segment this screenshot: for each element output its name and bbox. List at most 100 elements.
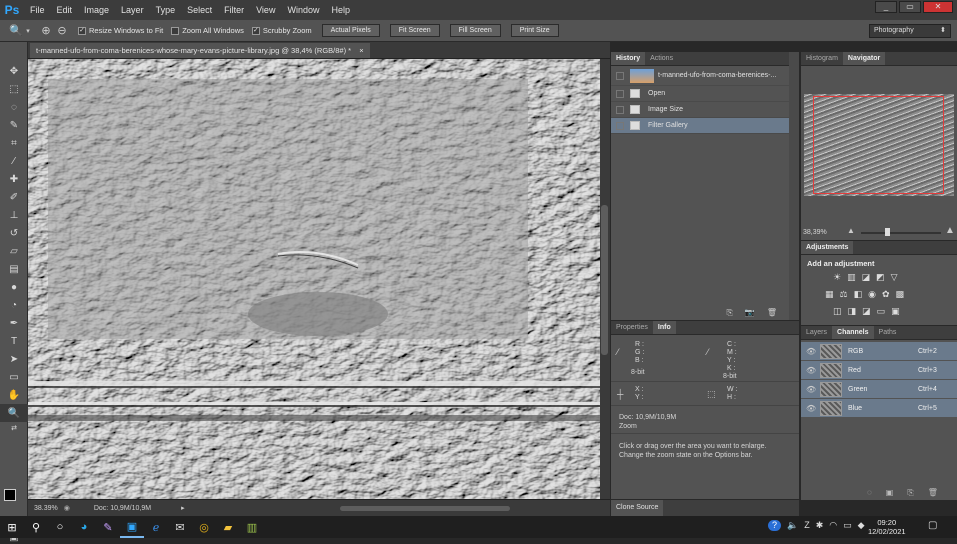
actual-pixels-button[interactable]: Actual Pixels (321, 24, 380, 37)
load-channel-selection-icon[interactable]: ◌ (867, 488, 872, 498)
brush-tool-icon[interactable]: ✐ (0, 188, 28, 206)
rectangle-tool-icon[interactable]: ▭ (0, 368, 28, 386)
fill-screen-button[interactable]: Fill Screen (449, 24, 501, 37)
tab-paths[interactable]: Paths (874, 326, 902, 339)
task-view-icon[interactable]: ○ (48, 516, 72, 538)
history-brush-checkbox[interactable] (616, 105, 624, 114)
menu-view[interactable]: View (250, 0, 281, 20)
tool-preset-dropdown-icon[interactable]: ▾ (24, 23, 32, 39)
blur-tool-icon[interactable]: ● (0, 278, 28, 296)
navigator-view-box[interactable] (813, 96, 944, 194)
tab-actions[interactable]: Actions (645, 52, 678, 65)
menu-image[interactable]: Image (78, 0, 115, 20)
clock-date[interactable]: 12/02/2021 (868, 527, 906, 536)
scrubby-zoom-checkbox[interactable]: ✓ Scrubby Zoom (251, 26, 312, 35)
channel-row-green[interactable]: 👁 Green Ctrl+4 (801, 380, 957, 399)
zoom-in-icon[interactable]: ⊕ (38, 23, 54, 39)
visibility-eye-icon[interactable]: 👁 (806, 347, 816, 356)
pen-app-icon[interactable]: ✎ (96, 516, 120, 538)
zoom-in-mountain-icon[interactable]: ▲ (945, 225, 955, 236)
path-selection-icon[interactable]: ➤ (0, 350, 28, 368)
image-canvas[interactable] (28, 59, 602, 499)
new-document-from-state-icon[interactable]: ⎘ (726, 308, 732, 318)
swap-colors-icon[interactable]: ⇄ (0, 422, 28, 434)
close-tab-icon[interactable]: × (359, 46, 363, 55)
curves-icon[interactable]: ◪ (862, 272, 871, 283)
menu-type[interactable]: Type (150, 0, 182, 20)
clone-stamp-icon[interactable]: ⊥ (0, 206, 28, 224)
clock-time[interactable]: 09:20 (868, 518, 906, 527)
mail-icon[interactable]: ✉ (168, 516, 192, 538)
quick-selection-icon[interactable]: ✎ (0, 116, 28, 134)
notification-icon[interactable]: ▢ (928, 520, 937, 531)
status-share-icon[interactable]: ◉ (64, 504, 70, 512)
dodge-tool-icon[interactable]: ◔ (0, 296, 28, 314)
resize-windows-checkbox[interactable]: ✓ Resize Windows to Fit (78, 26, 163, 35)
tab-histogram[interactable]: Histogram (801, 52, 843, 65)
eraser-icon[interactable]: ▱ (0, 242, 28, 260)
eyedropper-icon[interactable]: ⁄ (0, 152, 28, 170)
marquee-tool-icon[interactable]: ⬚ (0, 80, 28, 98)
tab-history[interactable]: History (611, 52, 646, 65)
tab-info[interactable]: Info (652, 321, 676, 334)
foreground-color-swatch[interactable] (4, 489, 16, 501)
history-scrollbar[interactable] (789, 52, 799, 320)
color-balance-icon[interactable]: ⚖ (840, 289, 848, 300)
levels-icon[interactable]: ▥ (847, 272, 856, 283)
zotero-icon[interactable]: Z (804, 520, 810, 531)
brightness-contrast-icon[interactable]: ☀ (833, 272, 841, 283)
close-button[interactable]: ✕ (923, 1, 953, 13)
zoom-tool-icon[interactable]: 🔍 (0, 404, 28, 422)
selective-color-icon[interactable]: ▣ (891, 306, 900, 317)
navigator-zoom-value[interactable]: 38,39% (803, 229, 827, 236)
chrome-icon[interactable]: ◎ (192, 516, 216, 538)
move-tool-icon[interactable]: ✥ (0, 62, 28, 80)
tab-layers[interactable]: Layers (801, 326, 832, 339)
windows-start-icon[interactable]: ⊞ (0, 516, 24, 538)
invert-icon[interactable]: ◫ (833, 306, 842, 317)
visibility-eye-icon[interactable]: 👁 (806, 385, 816, 394)
new-channel-icon[interactable]: ⎘ (907, 488, 913, 498)
dropbox-icon[interactable]: ◆ (858, 520, 865, 531)
channel-row-rgb[interactable]: 👁 RGB Ctrl+2 (801, 342, 957, 361)
snapshot-camera-icon[interactable]: 📷 (745, 308, 755, 318)
tab-channels[interactable]: Channels (832, 326, 874, 339)
crop-tool-icon[interactable]: ⌗ (0, 134, 28, 152)
menu-file[interactable]: File (24, 0, 51, 20)
pen-tool-icon[interactable]: ✒ (0, 314, 28, 332)
document-tab[interactable]: t-manned-ufo-from-coma-berenices-whose-m… (30, 43, 370, 58)
tab-adjustments[interactable]: Adjustments (801, 241, 854, 254)
maximize-button[interactable]: ▭ (899, 1, 921, 13)
channel-row-blue[interactable]: 👁 Blue Ctrl+5 (801, 399, 957, 418)
threshold-icon[interactable]: ◪ (862, 306, 871, 317)
gradient-map-icon[interactable]: ▭ (877, 306, 886, 317)
history-brush-icon[interactable]: ↺ (0, 224, 28, 242)
tab-navigator[interactable]: Navigator (842, 52, 886, 65)
zoom-readout[interactable]: 38.39% (34, 505, 58, 512)
photo-filter-icon[interactable]: ◉ (868, 289, 876, 300)
type-tool-icon[interactable]: T (0, 332, 28, 350)
color-lookup-icon[interactable]: ▩ (896, 289, 905, 300)
history-step-selected[interactable]: Filter Gallery (611, 118, 789, 134)
visibility-eye-icon[interactable]: 👁 (806, 366, 816, 375)
speaker-icon[interactable]: 🔈 (787, 520, 798, 531)
channel-mixer-icon[interactable]: ✿ (882, 289, 890, 300)
print-size-button[interactable]: Print Size (510, 24, 559, 37)
workspace-select[interactable]: Photography ⬍ (869, 24, 951, 38)
fit-screen-button[interactable]: Fit Screen (389, 24, 440, 37)
healing-brush-icon[interactable]: ✚ (0, 170, 28, 188)
menu-select[interactable]: Select (181, 0, 218, 20)
zoom-all-windows-checkbox[interactable]: Zoom All Windows (171, 26, 244, 35)
battery-icon[interactable]: ▭ (843, 520, 852, 531)
hand-tool-icon[interactable]: ✋ (0, 386, 28, 404)
black-white-icon[interactable]: ◧ (854, 289, 863, 300)
trash-icon[interactable]: 🗑 (928, 488, 938, 498)
status-menu-arrow-icon[interactable]: ▸ (181, 504, 185, 512)
visibility-eye-icon[interactable]: 👁 (806, 404, 816, 413)
vibrance-icon[interactable]: ▽ (891, 272, 898, 283)
lasso-tool-icon[interactable]: ◌ (0, 98, 28, 116)
menu-window[interactable]: Window (281, 0, 325, 20)
zoom-tool-icon[interactable]: 🔍 (8, 23, 24, 39)
edge-browser-icon[interactable]: ◕ (72, 516, 96, 538)
history-step[interactable]: Image Size (611, 102, 789, 118)
